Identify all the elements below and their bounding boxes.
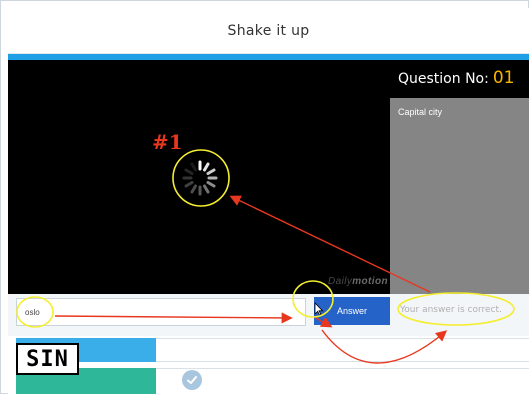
answer-input[interactable]: oslo	[16, 298, 306, 326]
answer-result-text: Your answer is correct.	[400, 305, 502, 315]
question-number: Question No: 01	[398, 68, 514, 88]
answer-button[interactable]: Answer	[314, 297, 390, 325]
question-number-value: 01	[492, 68, 515, 88]
progress-track-blue	[156, 338, 529, 362]
question-panel: Capital city	[390, 98, 529, 294]
brand-bold: motion	[352, 276, 388, 287]
app-header: Shake it up	[8, 8, 529, 54]
annotation-step-label: #1	[152, 130, 183, 154]
loading-spinner-icon	[182, 160, 218, 196]
sin-logo: SIN	[16, 343, 79, 375]
brand-light: Daily	[328, 276, 353, 287]
video-brand-logo: Dailymotion	[328, 276, 388, 287]
question-number-label: Question No:	[398, 71, 489, 87]
mouse-pointer-icon	[314, 302, 324, 316]
question-text: Capital city	[398, 107, 443, 117]
app-title: Shake it up	[227, 22, 310, 39]
progress-track-green	[156, 368, 529, 394]
checkmark-icon	[182, 370, 202, 390]
